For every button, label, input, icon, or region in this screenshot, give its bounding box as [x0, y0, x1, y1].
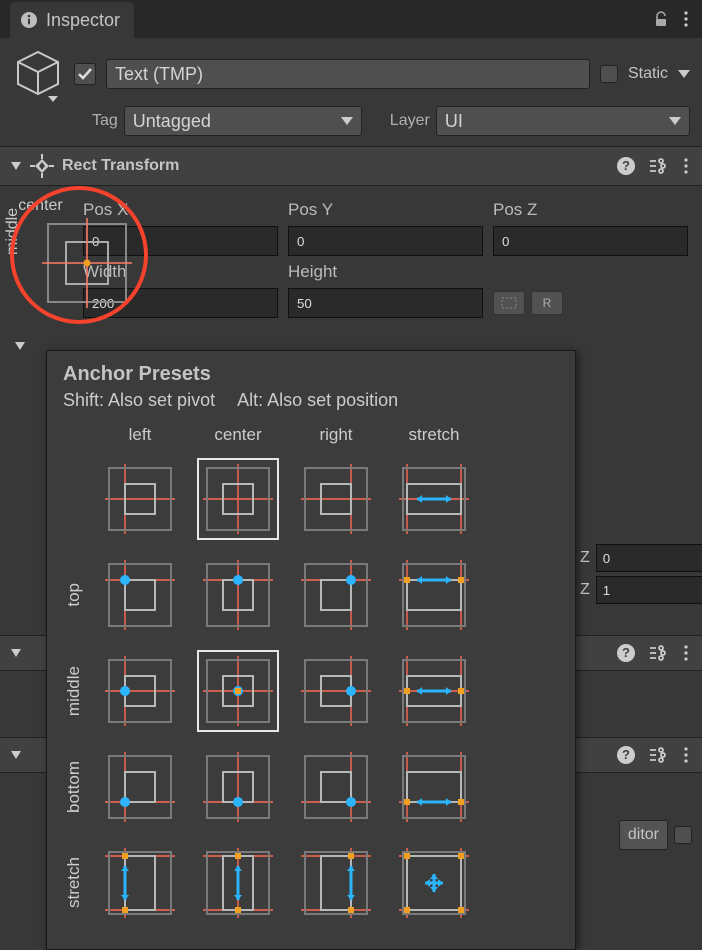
kebab-icon[interactable] [680, 157, 692, 175]
height-input[interactable] [288, 288, 483, 318]
posx-label: Pos X [83, 200, 278, 220]
posy-input[interactable] [288, 226, 483, 256]
foldout-icon[interactable] [10, 647, 22, 659]
anchor-preset-button[interactable]: center middle [16, 200, 65, 310]
rect-transform-title: Rect Transform [62, 157, 608, 175]
blueprint-mode-button[interactable] [493, 291, 525, 315]
preset-bottom-center[interactable] [197, 746, 279, 828]
z-label: Z [580, 581, 590, 599]
preset-stretch-right[interactable] [295, 842, 377, 924]
preset-middle-right[interactable] [295, 650, 377, 732]
svg-text:?: ? [622, 158, 630, 173]
preset-middle-center[interactable] [197, 650, 279, 732]
preset-middle-stretch[interactable] [393, 650, 475, 732]
preset-col-header-center[interactable] [197, 458, 279, 540]
rect-transform-header[interactable]: Rect Transform ? [0, 146, 702, 186]
raw-edit-button[interactable]: R [531, 291, 563, 315]
posz-label: Pos Z [493, 200, 688, 220]
static-dropdown-icon[interactable] [678, 70, 690, 78]
help-icon[interactable]: ? [616, 745, 636, 765]
preset-bottom-right[interactable] [295, 746, 377, 828]
preset-col-header-stretch[interactable] [393, 458, 475, 540]
layer-label: Layer [390, 112, 430, 130]
col-label-center: center [214, 425, 261, 445]
anchor-h-label: center [18, 197, 62, 215]
preset-bottom-stretch[interactable] [393, 746, 475, 828]
row-label-top: top [64, 583, 84, 607]
preset-top-center[interactable] [197, 554, 279, 636]
row-label-stretch: stretch [64, 857, 84, 908]
foldout-icon[interactable] [14, 340, 26, 352]
help-icon[interactable]: ? [616, 643, 636, 663]
kebab-icon[interactable] [680, 746, 692, 764]
col-label-left: left [129, 425, 152, 445]
z-label: Z [580, 549, 590, 567]
static-label: Static [628, 65, 668, 83]
preset-col-header-right[interactable] [295, 458, 377, 540]
preset-col-header-left[interactable] [99, 458, 181, 540]
svg-text:?: ? [622, 645, 630, 660]
preset-icon[interactable] [648, 157, 668, 175]
preset-icon[interactable] [648, 746, 668, 764]
preset-stretch-stretch[interactable] [393, 842, 475, 924]
layer-dropdown[interactable]: UI [436, 106, 690, 136]
row-label-middle: middle [64, 666, 84, 716]
gameobject-header: Static [0, 38, 702, 104]
kebab-icon[interactable] [680, 644, 692, 662]
kebab-icon[interactable] [680, 10, 692, 28]
col-label-right: right [319, 425, 352, 445]
tag-value: Untagged [133, 111, 211, 132]
anchor-v-label: middle [4, 208, 22, 255]
z-input-1[interactable] [596, 576, 702, 604]
preset-top-left[interactable] [99, 554, 181, 636]
preset-stretch-left[interactable] [99, 842, 181, 924]
gameobject-icon[interactable] [12, 48, 64, 100]
tab-title: Inspector [46, 10, 120, 31]
foldout-icon[interactable] [10, 160, 22, 172]
preset-grid: left center right stretch top middle bottom str… [57, 421, 565, 929]
preset-icon[interactable] [648, 644, 668, 662]
preset-stretch-center[interactable] [197, 842, 279, 924]
info-icon [20, 11, 38, 29]
layer-value: UI [445, 111, 463, 132]
height-label: Height [288, 262, 483, 282]
z-input-0[interactable] [596, 544, 702, 572]
popup-title: Anchor Presets [63, 363, 559, 386]
row-label-bottom: bottom [64, 761, 84, 813]
tag-layer-row: Tag Untagged Layer UI [0, 104, 702, 146]
rect-transform-body: center middle Pos X Pos Y Pos Z Width He… [0, 186, 702, 338]
preset-bottom-left[interactable] [99, 746, 181, 828]
gameobject-name-input[interactable] [106, 59, 590, 89]
foldout-icon[interactable] [10, 749, 22, 761]
posz-input[interactable] [493, 226, 688, 256]
help-icon[interactable]: ? [616, 156, 636, 176]
preset-top-right[interactable] [295, 554, 377, 636]
hint-alt: Alt: Also set position [237, 390, 398, 411]
hint-shift: Shift: Also set pivot [63, 390, 215, 411]
editor-button-partial[interactable]: ditor [619, 820, 668, 850]
static-toggle[interactable] [600, 65, 618, 83]
icon-dropdown[interactable] [48, 96, 58, 102]
preset-middle-left[interactable] [99, 650, 181, 732]
rect-transform-icon [30, 154, 54, 178]
posy-label: Pos Y [288, 200, 483, 220]
editor-checkbox[interactable] [674, 826, 692, 844]
tab-bar: Inspector [0, 0, 702, 38]
anchor-presets-popup: Anchor Presets Shift: Also set pivot Alt… [46, 350, 576, 950]
lock-icon[interactable] [652, 10, 670, 28]
svg-text:?: ? [622, 747, 630, 762]
inspector-tab[interactable]: Inspector [10, 2, 134, 38]
tag-dropdown[interactable]: Untagged [124, 106, 362, 136]
preset-top-stretch[interactable] [393, 554, 475, 636]
tag-label: Tag [92, 112, 118, 130]
active-toggle[interactable] [74, 63, 96, 85]
col-label-stretch: stretch [408, 425, 459, 445]
